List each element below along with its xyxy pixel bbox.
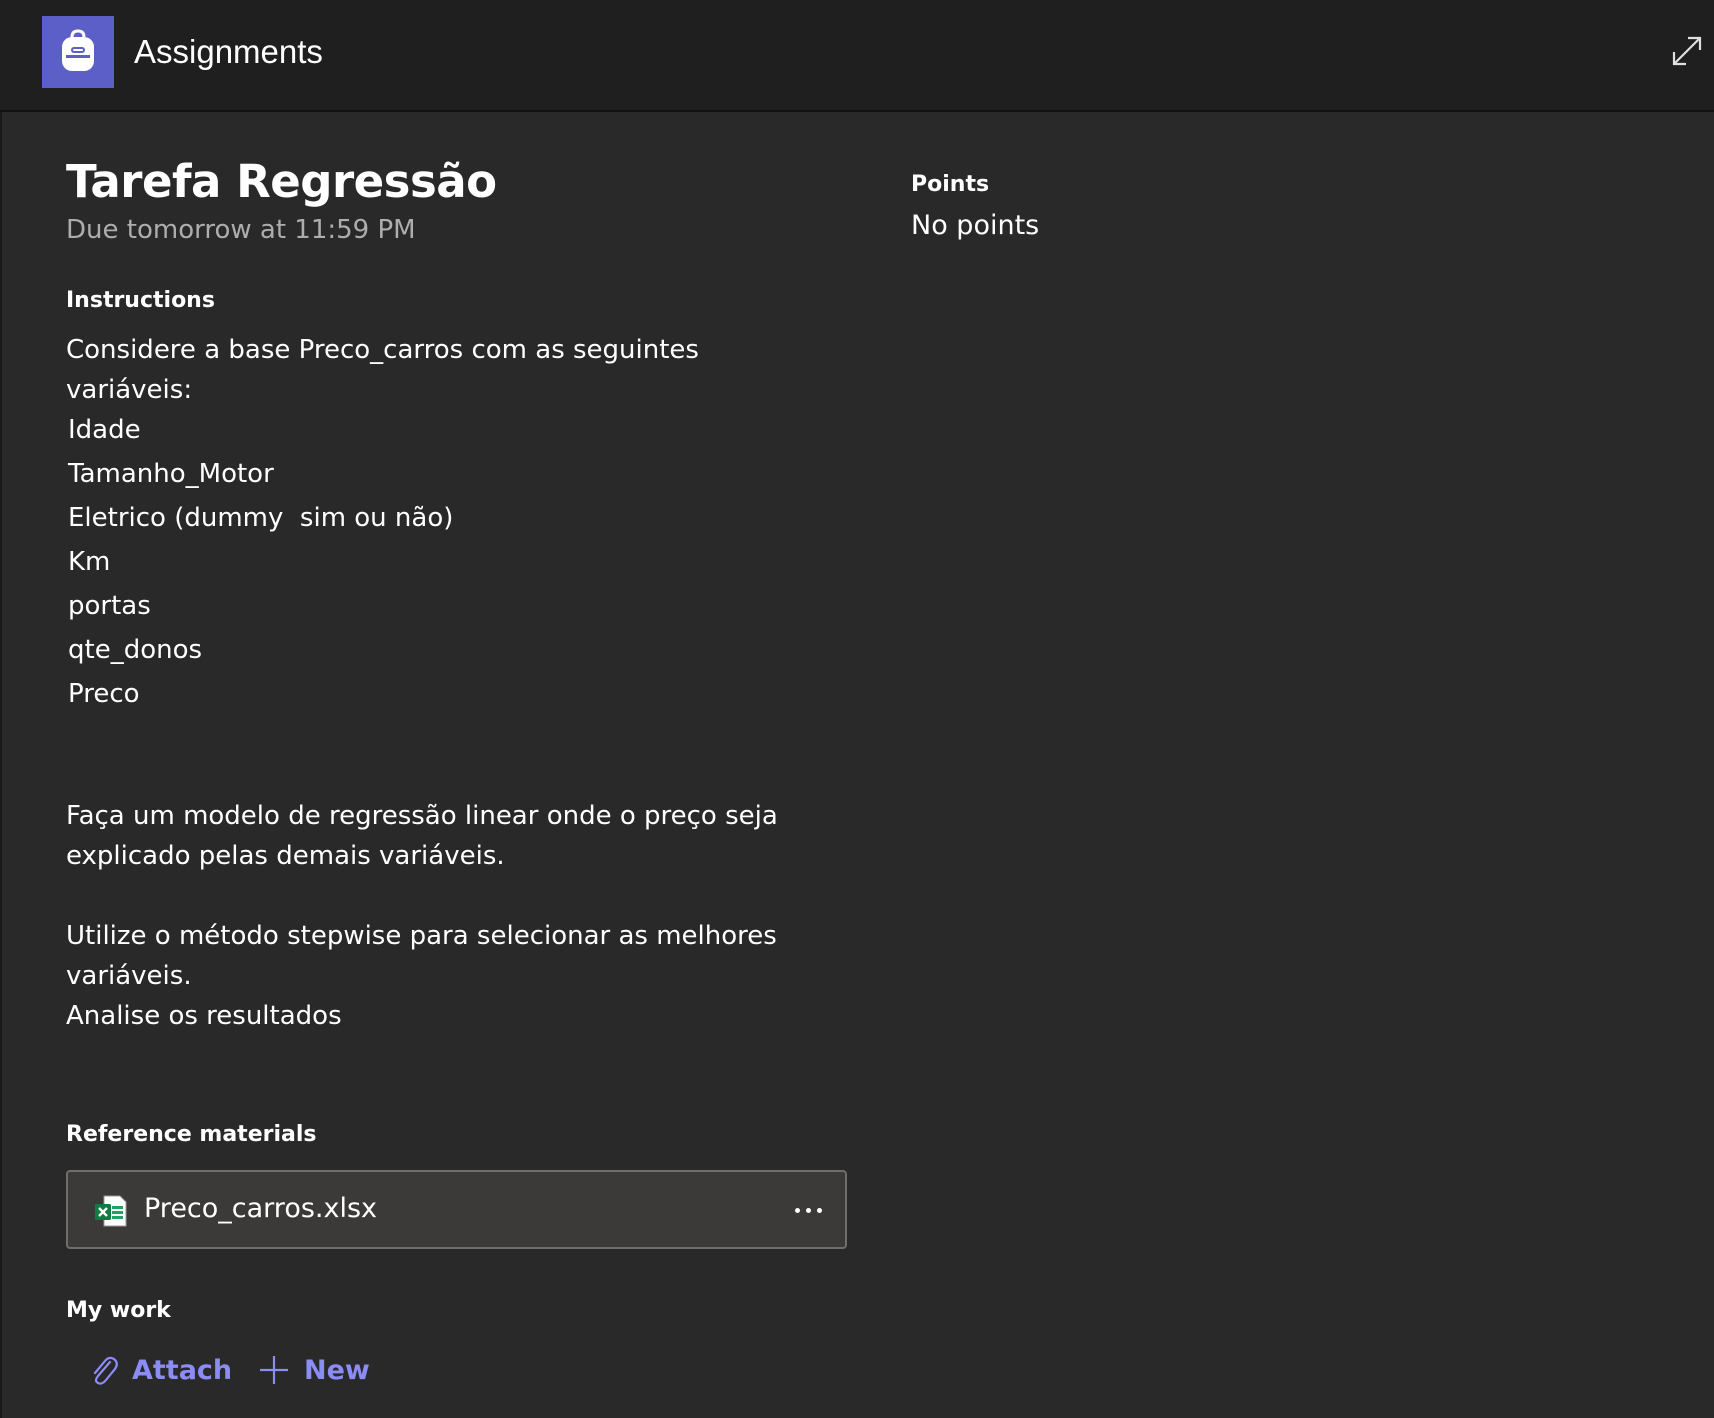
new-label: New [304, 1354, 370, 1386]
more-options-icon[interactable] [788, 1192, 828, 1228]
plus-icon [260, 1356, 288, 1384]
instructions-intro: Considere a base Preco_carros com as seg… [66, 330, 806, 410]
panel-border [0, 112, 2, 1418]
instructions-paragraph-3: Analise os resultados [66, 1001, 342, 1031]
list-item: Preco [68, 679, 140, 709]
due-date: Due tomorrow at 11:59 PM [66, 215, 416, 245]
new-button[interactable]: New [258, 1350, 370, 1390]
instructions-intro-text: Considere a base Preco_carros com as seg… [66, 335, 699, 405]
points-value: No points [911, 210, 1040, 241]
reference-materials-label: Reference materials [66, 1122, 317, 1147]
expand-icon[interactable] [1670, 34, 1704, 68]
backpack-icon [42, 16, 114, 88]
instructions-label: Instructions [66, 288, 215, 313]
list-item: qte_donos [68, 635, 203, 665]
my-work-label: My work [66, 1298, 171, 1323]
points-label: Points [911, 172, 990, 197]
excel-file-icon [94, 1194, 128, 1228]
reference-file-name[interactable]: Preco_carros.xlsx [144, 1189, 377, 1229]
list-item: Tamanho_Motor [68, 459, 274, 489]
list-item: portas [68, 591, 151, 621]
instructions-paragraph-2: Utilize o método stepwise para seleciona… [66, 921, 777, 991]
list-item: Km [68, 547, 111, 577]
app-header: Assignments [0, 0, 1714, 112]
assignment-title: Tarefa Regressão [66, 155, 497, 208]
attach-label: Attach [132, 1354, 233, 1386]
list-item: Eletrico (dummy sim ou não) [68, 503, 454, 533]
reference-file-card[interactable]: Preco_carros.xlsx [66, 1170, 847, 1249]
variable-list: Idade Tamanho_Motor Eletrico (dummy sim … [68, 408, 453, 716]
paperclip-icon [93, 1356, 118, 1385]
list-item: Idade [68, 415, 141, 445]
instructions-paragraph-1: Faça um modelo de regressão linear onde … [66, 801, 778, 871]
app-title: Assignments [134, 33, 323, 70]
attach-button[interactable]: Attach [90, 1350, 232, 1390]
